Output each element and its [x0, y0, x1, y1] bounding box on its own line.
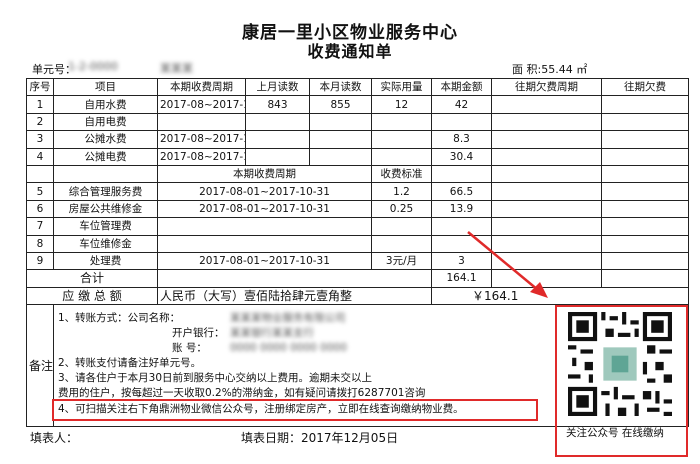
annotation-arrow-icon [467, 231, 548, 298]
